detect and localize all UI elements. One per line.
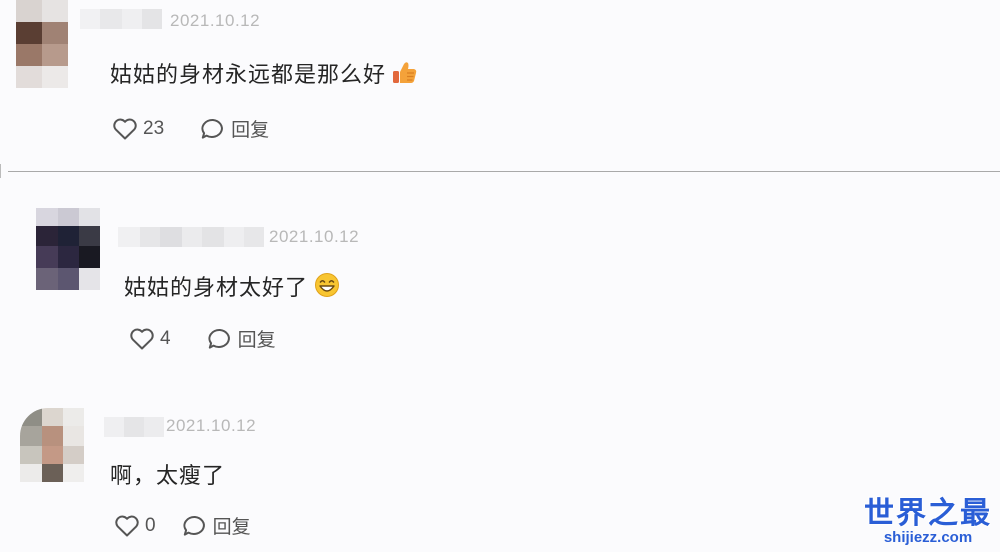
reply-button[interactable]: 回复 bbox=[207, 325, 276, 352]
comment-1: 2021.10.12 姑姑的身材永远都是那么好 23 回复 bbox=[0, 0, 1000, 170]
reply-label: 回复 bbox=[237, 329, 276, 351]
comment-actions: 4 回复 bbox=[129, 325, 276, 352]
grinning-face-emoji-icon bbox=[314, 272, 340, 304]
speech-bubble-icon bbox=[183, 515, 205, 536]
comment-2: 2021.10.12 姑姑的身材太好了 4 回复 bbox=[0, 200, 1000, 390]
speech-bubble-icon bbox=[208, 328, 230, 349]
like-count: 23 bbox=[143, 117, 165, 139]
username-blurred[interactable] bbox=[104, 417, 164, 437]
watermark-title: 世界之最 bbox=[864, 496, 992, 531]
comment-body: 姑姑的身材太好了 bbox=[124, 276, 309, 301]
comment-actions: 23 回复 bbox=[112, 115, 269, 142]
comment-actions: 0 回复 bbox=[114, 512, 251, 539]
comment-date: 2021.10.12 bbox=[166, 416, 257, 435]
divider bbox=[8, 171, 1000, 172]
watermark-domain: shijiezz.com bbox=[883, 529, 973, 546]
comment-body: 啊，太瘦了 bbox=[110, 464, 226, 489]
like-count: 4 bbox=[160, 327, 171, 349]
avatar[interactable] bbox=[20, 408, 84, 482]
comment-body: 姑姑的身材永远都是那么好 bbox=[110, 63, 387, 88]
comment-3: 2021.10.12 啊，太瘦了 0 回复 bbox=[0, 400, 1000, 552]
like-button[interactable]: 23 bbox=[112, 117, 164, 141]
avatar[interactable] bbox=[36, 208, 100, 290]
reply-label: 回复 bbox=[212, 516, 251, 538]
comment-date: 2021.10.12 bbox=[269, 227, 360, 246]
like-button[interactable]: 4 bbox=[129, 327, 171, 351]
reply-label: 回复 bbox=[231, 119, 270, 141]
heart-icon bbox=[115, 515, 139, 536]
username-blurred[interactable] bbox=[80, 9, 162, 29]
comment-text: 啊，太瘦了 bbox=[110, 458, 225, 490]
heart-icon bbox=[130, 328, 154, 349]
speech-bubble-icon bbox=[201, 118, 224, 139]
watermark-logo: 世界之最 shijiezz.com bbox=[864, 498, 992, 546]
avatar[interactable] bbox=[16, 0, 68, 88]
thumbs-up-emoji-icon bbox=[392, 61, 418, 91]
comment-text: 姑姑的身材永远都是那么好 bbox=[110, 57, 418, 91]
like-count: 0 bbox=[145, 514, 156, 536]
comment-text: 姑姑的身材太好了 bbox=[124, 270, 340, 304]
divider-tick bbox=[0, 164, 1, 178]
reply-button[interactable]: 回复 bbox=[182, 512, 251, 539]
like-button[interactable]: 0 bbox=[114, 514, 156, 538]
comment-date: 2021.10.12 bbox=[170, 11, 261, 30]
heart-icon bbox=[113, 118, 137, 139]
reply-button[interactable]: 回复 bbox=[200, 115, 269, 142]
username-blurred[interactable] bbox=[118, 227, 264, 247]
